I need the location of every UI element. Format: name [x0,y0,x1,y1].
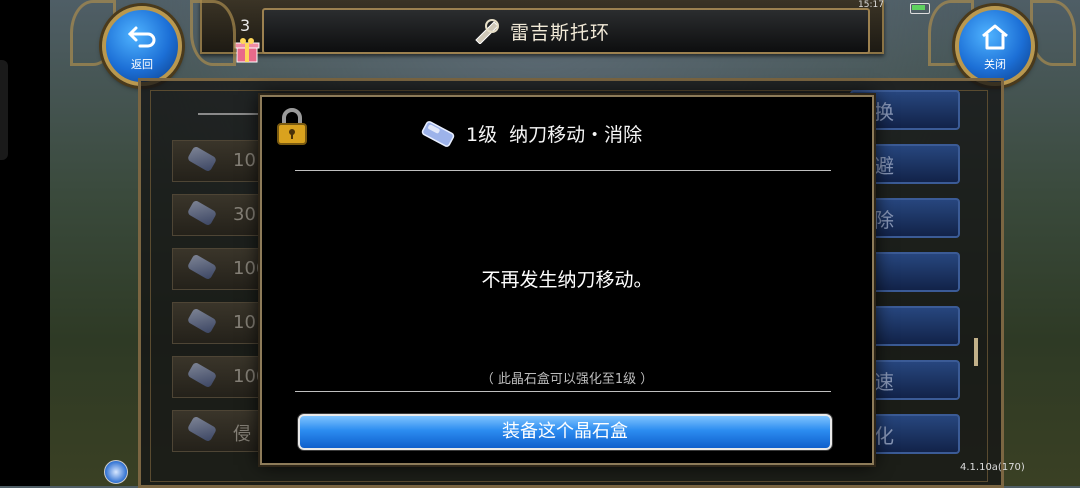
ornament-right-2 [1030,0,1076,66]
list-item[interactable]: 10 [172,140,266,182]
gem-icon [186,145,218,173]
scrollbar[interactable] [974,338,978,366]
close-label: 关闭 [984,58,1006,71]
gem-icon [186,361,218,389]
upgrade-hint: （ 此晶石盒可以强化至1级 ） [480,372,654,387]
list-item[interactable]: 100 [172,356,267,398]
list-item-value: 10 [233,150,256,171]
gift-icon[interactable] [233,36,261,64]
left-divider [198,113,260,115]
clock: 15:17 [858,0,884,10]
back-button[interactable]: 返回 [102,6,182,86]
list-item[interactable]: 100 [172,248,267,290]
equip-button[interactable]: 装备这个晶石盒 [298,414,832,450]
gem-icon [186,253,218,281]
dialog-divider-bottom [295,391,831,392]
tab-label: 除 [874,208,894,232]
skill-description: 不再发生纳刀移动。 [481,269,653,291]
device-notch [0,60,8,160]
dialog-divider-top [295,170,831,171]
back-arrow-icon [127,26,156,48]
close-button[interactable]: 关闭 [955,6,1035,86]
item-count: 3 [240,16,251,35]
tab-label: 化 [874,424,894,448]
version-label: 4.1.10a(170) [960,462,1025,473]
dialog-title: 1级 纳刀移动・消除 [466,124,643,146]
gem-icon [186,307,218,335]
list-item[interactable]: 30 [172,194,266,236]
game-menu-icon[interactable] [104,460,128,484]
list-item-value: 30 [233,204,256,225]
list-item-value: 侵 [233,424,251,445]
list-item-value: 10 [233,312,256,333]
battery-icon [910,3,930,14]
tab-label: 避 [874,154,894,178]
ornament-left-2 [190,0,236,66]
ring-icon [475,19,499,44]
gem-icon [186,415,218,443]
gem-icon [421,121,455,147]
tab-label: 速 [874,370,894,394]
list-item[interactable]: 10 [172,302,266,344]
tab-label: 换 [874,100,894,124]
home-icon [982,24,1008,50]
back-label: 返回 [131,58,153,71]
page-title: 雷吉斯托环 [510,22,611,44]
list-item[interactable]: 侵 [172,410,266,452]
gem-icon [186,199,218,227]
lock-icon[interactable] [276,108,308,146]
